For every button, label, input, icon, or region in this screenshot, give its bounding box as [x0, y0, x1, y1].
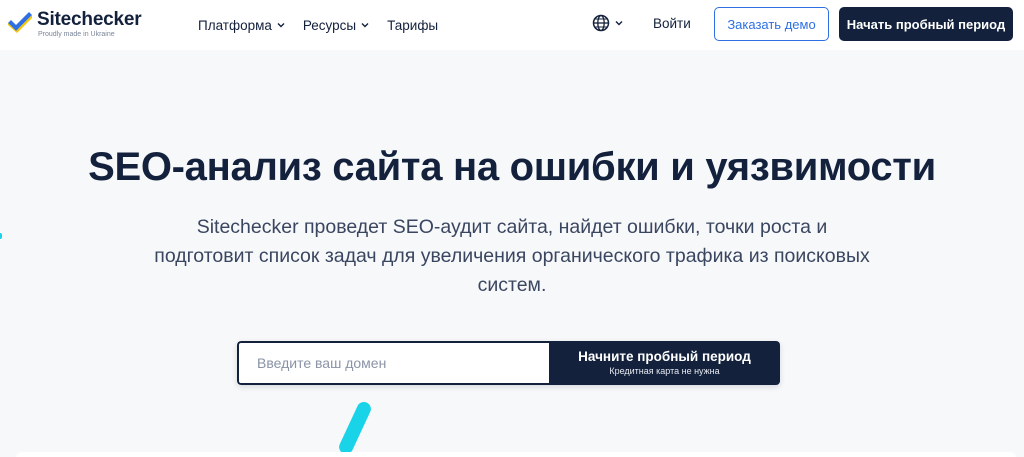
page-title: SEO-анализ сайта на ошибки и уязвимости	[88, 145, 936, 189]
logo-check-icon	[8, 12, 32, 33]
nav-item-pricing[interactable]: Тарифы	[387, 18, 438, 33]
top-navbar: Sitechecker Proudly made in Ukraine Плат…	[0, 0, 1024, 50]
submit-label: Начните пробный период	[578, 349, 751, 364]
submit-note: Кредитная карта не нужна	[609, 366, 720, 376]
start-trial-submit-button[interactable]: Начните пробный период Кредитная карта н…	[549, 341, 780, 385]
globe-icon	[592, 14, 610, 32]
nav-item-platform[interactable]: Платформа	[198, 18, 285, 33]
hero-subtitle: Sitechecker проведет SEO-аудит сайта, на…	[154, 216, 870, 296]
domain-check-form: Начните пробный период Кредитная карта н…	[237, 341, 780, 385]
nav-item-label: Ресурсы	[302, 17, 357, 33]
login-link[interactable]: Войти	[653, 16, 691, 31]
brand-tagline: Proudly made in Ukraine	[38, 31, 115, 38]
nav-item-label: Тарифы	[387, 17, 439, 33]
language-selector[interactable]	[592, 14, 623, 32]
nav-item-label: Платформа	[198, 17, 272, 33]
book-demo-button[interactable]: Заказать демо	[714, 7, 829, 41]
domain-input[interactable]	[237, 341, 549, 385]
chevron-down-icon	[615, 21, 623, 26]
chevron-down-icon	[361, 23, 369, 28]
sitechecker-logo[interactable]: Sitechecker Proudly made in Ukraine	[7, 9, 142, 39]
decorative-pill	[336, 399, 374, 457]
brand-name: Sitechecker	[37, 9, 142, 30]
content-card-edge	[16, 452, 1016, 457]
decorative-dot	[0, 233, 2, 239]
nav-item-resources[interactable]: Ресурсы	[303, 18, 369, 33]
main-nav: Платформа Ресурсы Тарифы	[198, 0, 456, 50]
start-trial-button[interactable]: Начать пробный период	[839, 7, 1013, 41]
page: Sitechecker Proudly made in Ukraine Плат…	[0, 0, 1024, 457]
chevron-down-icon	[277, 23, 285, 28]
